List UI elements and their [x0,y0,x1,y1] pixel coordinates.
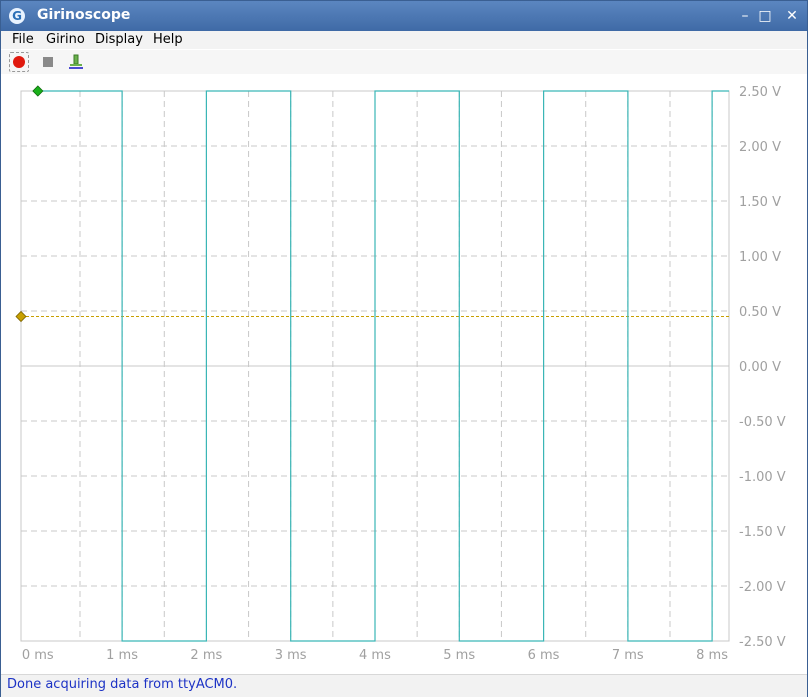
stop-icon [43,57,53,67]
y-tick-label: -1.50 V [739,525,786,540]
minimize-button[interactable]: – [738,9,752,23]
y-tick-label: 2.50 V [739,85,781,100]
window-title: Girinoscope [37,7,131,23]
scope-chart[interactable]: 2.50 V 2.00 V 1.50 V 1.00 V 0.50 V 0.00 V -0.5… [1,74,807,674]
toolbar [1,50,807,74]
y-tick-label: 1.00 V [739,250,781,265]
sample-button[interactable] [66,52,86,72]
status-bar: Done acquiring data from ttyACM0. [1,674,807,697]
y-tick-label: 0.00 V [739,360,781,375]
app-window: G Girinoscope – □ ✕ File Girino Display … [0,0,808,697]
maximize-button[interactable]: □ [758,9,772,23]
record-button[interactable] [9,52,29,72]
x-tick-label: 8 ms [696,648,728,663]
probe-icon [69,54,83,69]
y-tick-label: -2.50 V [739,635,786,650]
y-tick-label: -2.00 V [739,580,786,595]
y-tick-label: -0.50 V [739,415,786,430]
menu-girino[interactable]: Girino [46,32,85,47]
y-tick-label: 1.50 V [739,195,781,210]
x-tick-label: 3 ms [275,648,307,663]
scope-area[interactable]: 2.50 V 2.00 V 1.50 V 1.00 V 0.50 V 0.00 V -0.5… [1,74,807,674]
close-button[interactable]: ✕ [785,9,799,23]
menu-bar: File Girino Display Help [1,31,807,49]
girinoscope-app-icon: G [9,8,25,24]
x-tick-label: 1 ms [106,648,138,663]
x-tick-label: 0 ms [22,648,54,663]
stop-button[interactable] [38,52,58,72]
x-tick-label: 4 ms [359,648,391,663]
menu-file[interactable]: File [12,32,34,47]
y-tick-label: 2.00 V [739,140,781,155]
y-tick-label: -1.00 V [739,470,786,485]
menu-help[interactable]: Help [153,32,183,47]
status-text: Done acquiring data from ttyACM0. [7,677,238,692]
record-icon [13,56,25,68]
x-tick-label: 5 ms [443,648,475,663]
x-tick-label: 7 ms [612,648,644,663]
y-tick-label: 0.50 V [739,305,781,320]
title-bar[interactable]: G Girinoscope – □ ✕ [1,1,807,31]
menu-display[interactable]: Display [95,32,143,47]
x-tick-label: 6 ms [528,648,560,663]
x-tick-label: 2 ms [190,648,222,663]
